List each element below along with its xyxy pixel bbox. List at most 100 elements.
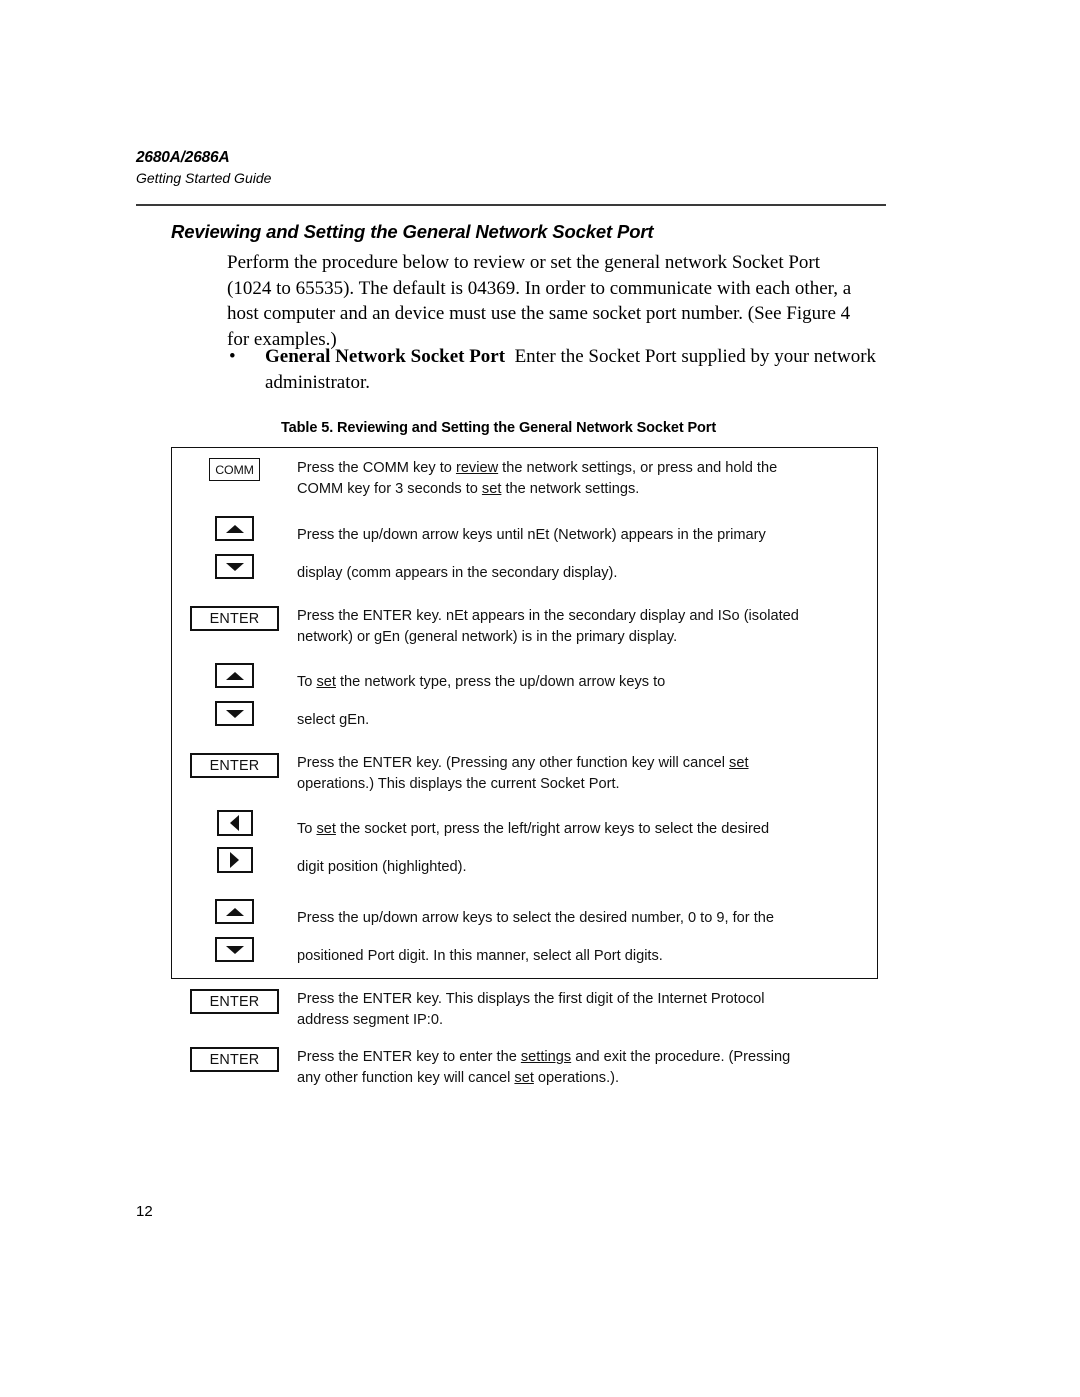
page-title: Reviewing and Setting the General Networ… [171, 221, 654, 242]
emphasis-underlined-text: set [481, 481, 502, 497]
bullet-item-socket-port: • General Network Socket Port Enter the … [227, 344, 887, 395]
paragraph-line: host computer and an device must use the… [227, 303, 851, 324]
instruction-line: Press the COMM key to review the network… [297, 458, 863, 479]
instruction-text: the network settings. [501, 481, 640, 497]
instruction-line: Press the up/down arrow keys to select t… [297, 899, 863, 937]
intro-paragraph: Perform the procedure below to review or… [227, 250, 882, 352]
key-label: ENTER [209, 610, 260, 627]
enter-key-button[interactable]: ENTER [190, 1047, 279, 1072]
up-arrow-key-button[interactable] [215, 516, 254, 541]
instruction-text: Press the ENTER key to enter the [297, 1049, 521, 1065]
table-row-key-cell: ENTER [172, 753, 297, 778]
instruction-line: To set the socket port, press the left/r… [297, 810, 863, 848]
instruction-text: address segment IP:0. [297, 1012, 444, 1028]
instruction-line: operations.) This displays the current S… [297, 774, 863, 795]
instruction-line: select gEn. [297, 701, 863, 739]
down-arrow-icon [225, 709, 244, 718]
enter-key-button[interactable]: ENTER [190, 753, 279, 778]
table-row-instruction-cell: Press the up/down arrow keys until nEt (… [297, 516, 877, 592]
emphasis-underlined-text: set [514, 1070, 534, 1086]
table-row: ENTER Press the ENTER key. (Pressing any … [172, 745, 877, 803]
instruction-text: Press the ENTER key. nEt appears in the … [297, 608, 799, 624]
table-row-key-cell: COMM [172, 458, 297, 481]
instruction-text: operations.) This displays the current S… [297, 776, 620, 792]
up-arrow-icon [225, 671, 244, 680]
instruction-text: display (comm appears in the secondary d… [297, 565, 618, 581]
up-arrow-key-button[interactable] [215, 899, 254, 924]
table-row: ENTER Press the ENTER key. This displays … [172, 981, 877, 1039]
table-row-key-cell: ENTER [172, 606, 297, 631]
key-label: ENTER [209, 1051, 260, 1068]
table-row: Press the up/down arrow keys to select t… [172, 892, 877, 981]
table-row-key-cell [172, 663, 297, 726]
table-row-key-cell [172, 516, 297, 579]
emphasis-underlined-text: settings [520, 1049, 572, 1065]
down-arrow-key-button[interactable] [215, 937, 254, 962]
table-row-instruction-cell: Press the ENTER key. This displays the f… [297, 989, 877, 1031]
table-row: ENTER Press the ENTER key. nEt appears in… [172, 598, 877, 656]
down-arrow-key-button[interactable] [215, 701, 254, 726]
instruction-text: digit position (highlighted). [297, 859, 467, 875]
emphasis-underlined-text: set [316, 674, 336, 690]
instruction-text: network) or gEn (general network) is in … [297, 629, 678, 645]
instruction-line: network) or gEn (general network) is in … [297, 627, 863, 648]
up-arrow-key-button[interactable] [215, 663, 254, 688]
right-arrow-key-button[interactable] [216, 847, 253, 873]
instruction-line: positioned Port digit. In this manner, s… [297, 937, 863, 975]
down-arrow-key-button[interactable] [215, 554, 254, 579]
instruction-line: Press the ENTER key to enter the setting… [297, 1047, 863, 1068]
instruction-text: To [297, 674, 317, 690]
paragraph-line: Perform the procedure below to review or… [227, 252, 821, 273]
comm-key-button[interactable]: COMM [209, 458, 260, 481]
header-divider-rule [136, 204, 886, 206]
instruction-text: Press the up/down arrow keys to select t… [297, 910, 774, 926]
instruction-line: Press the ENTER key. nEt appears in the … [297, 606, 863, 627]
paragraph-line: (1024 to 65535). The default is 04369. I… [227, 277, 852, 299]
instruction-line: any other function key will cancel set o… [297, 1068, 863, 1089]
instruction-text: the network type, press the up/down arro… [335, 674, 666, 690]
table-row: COMM Press the COMM key to review the net… [172, 448, 877, 509]
table-row-instruction-cell: Press the ENTER key. nEt appears in the … [297, 606, 877, 648]
table-row-key-cell: ENTER [172, 1047, 297, 1072]
instruction-text: operations.). [533, 1070, 620, 1086]
instruction-text: any other function key will cancel [297, 1070, 515, 1086]
table-row-key-cell [172, 810, 297, 873]
instruction-text: select gEn. [297, 712, 370, 728]
enter-key-button[interactable]: ENTER [190, 606, 279, 631]
instruction-text: positioned Port digit. In this manner, s… [297, 948, 663, 964]
table-row: To set the network type, press the up/do… [172, 656, 877, 745]
bullet-marker-icon: • [229, 346, 236, 367]
table-row: Press the up/down arrow keys until nEt (… [172, 509, 877, 598]
instruction-line: address segment IP:0. [297, 1010, 863, 1031]
emphasis-underlined-text: review [455, 460, 499, 476]
key-label: ENTER [209, 757, 260, 774]
up-arrow-icon [225, 907, 244, 916]
enter-key-button[interactable]: ENTER [190, 989, 279, 1014]
down-arrow-icon [225, 562, 244, 571]
right-arrow-icon [230, 852, 239, 868]
table-row: To set the socket port, press the left/r… [172, 803, 877, 892]
table-row-instruction-cell: To set the socket port, press the left/r… [297, 810, 877, 886]
page-number: 12 [136, 1203, 153, 1220]
table-caption: Table 5. Reviewing and Setting the Gener… [281, 420, 717, 436]
left-arrow-icon [230, 815, 239, 831]
instruction-text: Press the ENTER key. This displays the f… [297, 991, 765, 1007]
instruction-text: Press the COMM key to [297, 460, 456, 476]
key-label: COMM [215, 462, 254, 477]
table-row-instruction-cell: Press the COMM key to review the network… [297, 458, 877, 500]
table-row-key-cell: ENTER [172, 989, 297, 1014]
table-row-instruction-cell: To set the network type, press the up/do… [297, 663, 877, 739]
emphasis-underlined-text: set [729, 755, 749, 771]
instruction-text: the socket port, press the left/right ar… [335, 821, 770, 837]
page-header: 2680A/2686A Getting Started Guide [136, 148, 886, 188]
instruction-line: Press the ENTER key. This displays the f… [297, 989, 863, 1010]
instruction-text: Press the up/down arrow keys until nEt (… [297, 527, 766, 543]
instruction-line: COMM key for 3 seconds to set the networ… [297, 479, 863, 500]
table-row: ENTER Press the ENTER key to enter the se… [172, 1039, 877, 1097]
table-row-key-cell [172, 899, 297, 962]
instruction-line: display (comm appears in the secondary d… [297, 554, 863, 592]
left-arrow-key-button[interactable] [216, 810, 253, 836]
instruction-line: To set the network type, press the up/do… [297, 663, 863, 701]
instruction-text: and exit the procedure. (Pressing [571, 1049, 791, 1065]
header-model-number: 2680A/2686A [136, 149, 230, 166]
